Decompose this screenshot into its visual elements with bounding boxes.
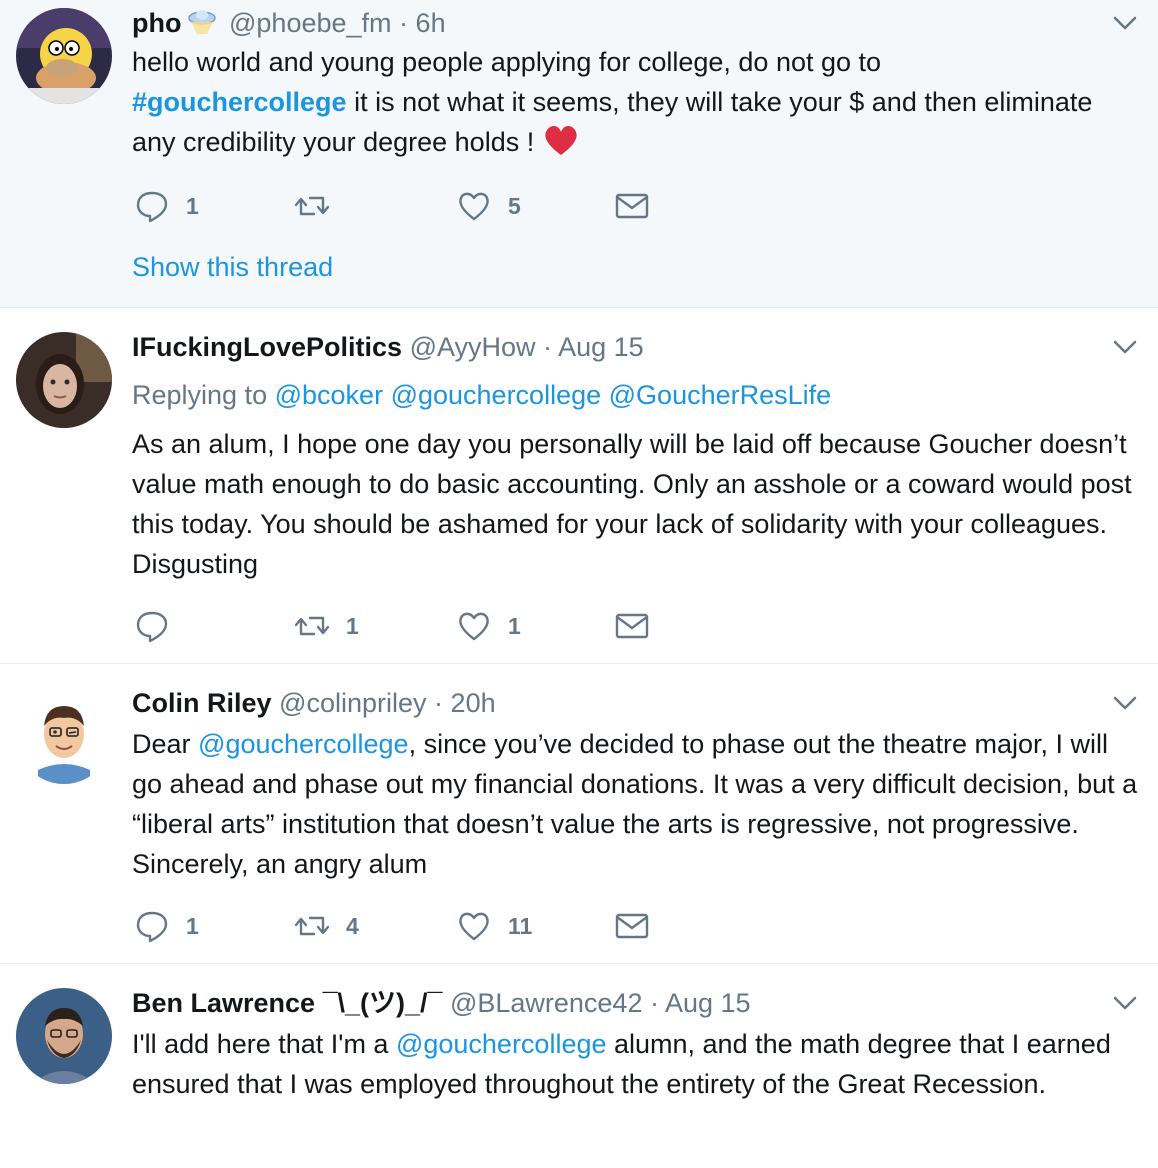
avatar-homer-image (16, 8, 112, 104)
tweet-phoebe[interactable]: pho @phoebe_fm · 6h hello world and youn… (0, 0, 1158, 308)
envelope-icon (615, 913, 649, 939)
retweet-icon (294, 916, 330, 936)
tweet-ayyhow[interactable]: IFuckingLovePolitics @AyyHow · Aug 15 Re… (0, 308, 1158, 664)
envelope-icon (615, 193, 649, 219)
tweet-actions: 1 5 (132, 186, 732, 226)
avatar[interactable] (16, 988, 112, 1084)
retweet-icon (294, 196, 330, 216)
timestamp[interactable]: Aug 15 (665, 988, 751, 1018)
tweet-colin-riley[interactable]: Colin Riley @colinpriley · 20h Dear @gou… (0, 664, 1158, 964)
chevron-down-icon[interactable] (1112, 334, 1138, 360)
handle[interactable]: @AyyHow (410, 332, 536, 362)
display-name[interactable]: Ben Lawrence ¯\_(ツ)_/¯ (132, 988, 442, 1018)
retweet-count: 4 (346, 912, 359, 939)
like-count: 1 (508, 612, 521, 639)
display-name[interactable]: Colin Riley (132, 688, 272, 718)
chevron-down-icon[interactable] (1112, 10, 1138, 36)
tweet-actions: 1 1 (132, 606, 732, 646)
heart-icon (459, 912, 489, 941)
tweet-actions: 1 4 11 (132, 906, 732, 946)
reply-count: 1 (186, 912, 199, 939)
tweet-header: Colin Riley @colinpriley · 20h (132, 686, 496, 720)
reply-button[interactable]: 1 (134, 186, 199, 226)
heart-icon (459, 192, 489, 221)
reply-icon (136, 911, 168, 943)
tweet-ben-lawrence[interactable]: Ben Lawrence ¯\_(ツ)_/¯ @BLawrence42 · Au… (0, 964, 1158, 1168)
tweet-text: hello world and young people applying fo… (132, 42, 1142, 162)
chevron-down-icon[interactable] (1112, 990, 1138, 1016)
retweet-button[interactable]: 4 (294, 906, 359, 946)
like-count: 5 (508, 192, 521, 219)
tweet-text: As an alum, I hope one day you personall… (132, 429, 1132, 579)
display-name[interactable]: IFuckingLovePolitics (132, 332, 402, 362)
envelope-icon (615, 613, 649, 639)
tweet-text: Dear @gouchercollege, since you’ve decid… (132, 724, 1142, 884)
mention-link[interactable]: @bcoker (275, 380, 383, 410)
avatar-woman-photo (16, 332, 112, 428)
tweet-text: I'll add here that I'm a @gouchercollege… (132, 1024, 1142, 1104)
mention-link[interactable]: @gouchercollege (198, 729, 409, 759)
mention-link[interactable]: @gouchercollege (396, 1029, 607, 1059)
retweet-button[interactable]: 1 (294, 606, 359, 646)
red-heart-emoji-icon (545, 126, 577, 155)
avatar[interactable] (16, 8, 112, 104)
retweet-button[interactable] (294, 186, 346, 226)
chevron-down-icon[interactable] (1112, 690, 1138, 716)
timestamp[interactable]: Aug 15 (558, 332, 644, 362)
avatar-cartoon-winking-face (16, 688, 112, 784)
replying-to: Replying to @bcoker @gouchercollege @Gou… (132, 378, 831, 412)
heart-icon (459, 612, 489, 641)
like-button[interactable]: 5 (456, 186, 521, 226)
direct-message-button[interactable] (614, 186, 650, 226)
tweet-header: Ben Lawrence ¯\_(ツ)_/¯ @BLawrence42 · Au… (132, 986, 751, 1020)
tweet-header: pho @phoebe_fm · 6h (132, 6, 446, 40)
reply-button[interactable] (134, 606, 186, 646)
like-button[interactable]: 11 (456, 906, 532, 946)
reply-button[interactable]: 1 (134, 906, 199, 946)
separator-dot: · (399, 8, 409, 38)
avatar[interactable] (16, 332, 112, 428)
timestamp[interactable]: 6h (416, 8, 446, 38)
ufo-emoji-icon (188, 10, 217, 34)
separator-dot: · (543, 332, 553, 362)
hashtag-link[interactable]: #gouchercollege (132, 87, 347, 117)
tweet-text-part: I'll add here that I'm a (132, 1029, 396, 1059)
retweet-count: 1 (346, 612, 359, 639)
handle[interactable]: @BLawrence42 (450, 988, 643, 1018)
separator-dot: · (434, 688, 444, 718)
reply-count: 1 (186, 192, 199, 219)
timestamp[interactable]: 20h (451, 688, 496, 718)
display-name[interactable]: pho (132, 8, 181, 38)
handle[interactable]: @colinpriley (279, 688, 426, 718)
replying-to-label: Replying to (132, 380, 268, 410)
handle[interactable]: @phoebe_fm (229, 8, 392, 38)
show-thread-link[interactable]: Show this thread (132, 252, 333, 283)
mention-link[interactable]: @gouchercollege (391, 380, 602, 410)
direct-message-button[interactable] (614, 606, 650, 646)
like-button[interactable]: 1 (456, 606, 521, 646)
direct-message-button[interactable] (614, 906, 650, 946)
separator-dot: · (649, 988, 659, 1018)
tweet-text-part: hello world and young people applying fo… (132, 47, 882, 77)
tweet-header: IFuckingLovePolitics @AyyHow · Aug 15 (132, 330, 644, 364)
like-count: 11 (508, 912, 533, 939)
mention-link[interactable]: @GoucherResLife (609, 380, 832, 410)
retweet-icon (294, 616, 330, 636)
reply-icon (136, 611, 168, 643)
avatar-man-photo (16, 988, 112, 1084)
tweet-text-part: Dear (132, 729, 199, 759)
reply-icon (136, 191, 168, 223)
avatar[interactable] (16, 688, 112, 784)
